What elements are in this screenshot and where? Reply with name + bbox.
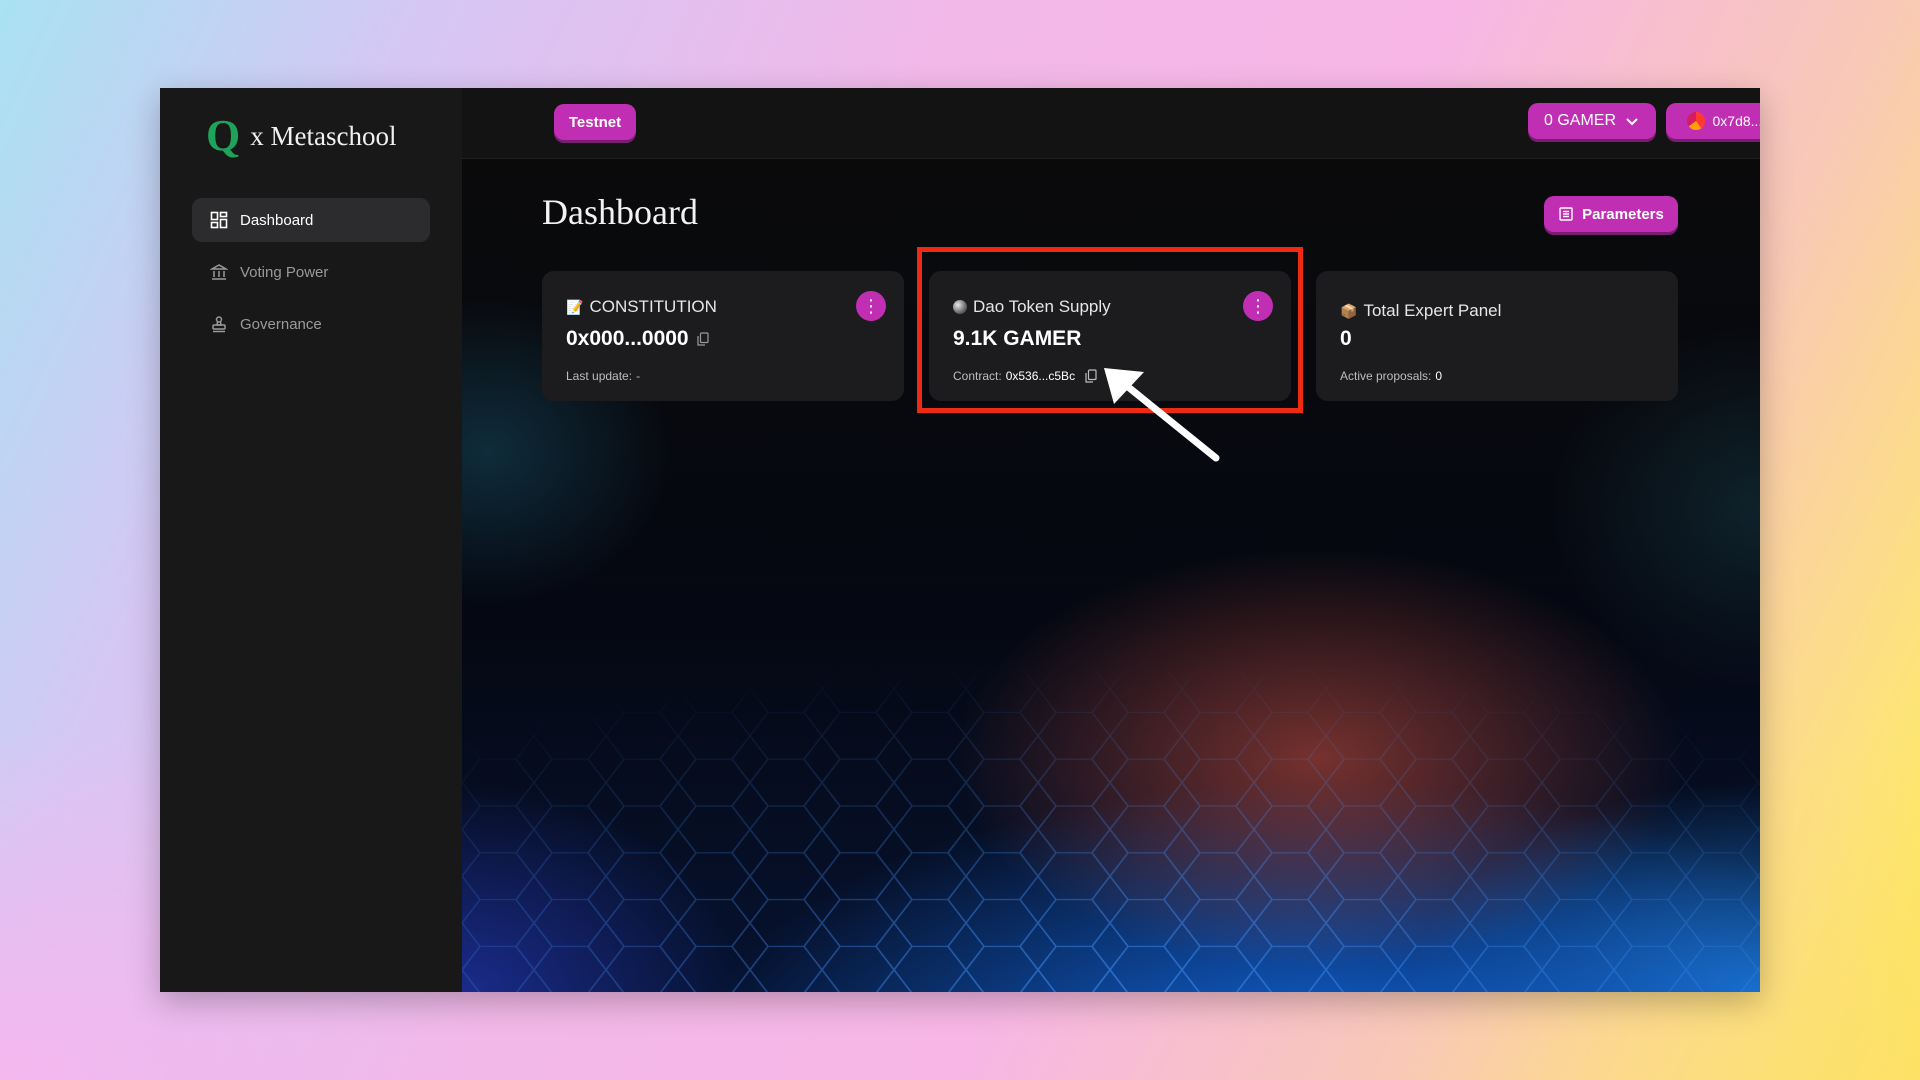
dao-token-supply-card: Dao Token Supply ⋮ 9.1K GAMER Contract: … xyxy=(929,271,1291,401)
contract-address: 0x536...c5Bc xyxy=(1005,369,1076,383)
card-footer: Last update: - xyxy=(566,369,640,383)
card-title: Dao Token Supply xyxy=(953,297,1111,317)
stamp-icon xyxy=(212,316,226,333)
card-title-text: Total Expert Panel xyxy=(1363,301,1502,320)
card-menu-button[interactable]: ⋮ xyxy=(1243,291,1273,321)
app-window: Q x Metaschool Dashboard Voting Power Go… xyxy=(160,88,1760,992)
card-title: 📦 Total Expert Panel xyxy=(1340,301,1501,321)
dashboard-grid-icon xyxy=(210,211,228,229)
sidebar-item-label: Governance xyxy=(240,315,322,333)
brand-name: x Metaschool xyxy=(250,120,397,151)
sidebar-item-governance[interactable]: Governance xyxy=(192,302,430,346)
copy-icon[interactable] xyxy=(697,332,709,346)
expert-panel-count: 0 xyxy=(1340,327,1352,350)
wallet-avatar-icon xyxy=(1686,112,1705,130)
brand[interactable]: Q x Metaschool xyxy=(206,114,396,158)
network-badge[interactable]: Testnet xyxy=(554,104,636,140)
wallet-dropdown[interactable]: 0x7d8...3e54 xyxy=(1666,103,1760,139)
footer-label: Active proposals: xyxy=(1340,369,1432,383)
card-title: 📝 CONSTITUTION xyxy=(566,297,717,317)
footer-value: 0 xyxy=(1435,369,1443,383)
footer-label: Contract: xyxy=(953,369,1002,383)
card-menu-button[interactable]: ⋮ xyxy=(856,291,886,321)
page-title: Dashboard xyxy=(542,192,698,232)
footer-value: - xyxy=(636,369,641,383)
token-balance-label: 0 GAMER xyxy=(1543,112,1616,129)
sidebar-nav: Dashboard Voting Power Governance xyxy=(192,198,430,354)
token-supply-value: 9.1K GAMER xyxy=(953,327,1082,350)
copy-icon[interactable] xyxy=(1085,369,1097,383)
package-icon: 📦 xyxy=(1340,302,1358,319)
card-title-text: CONSTITUTION xyxy=(589,297,717,316)
card-footer: Active proposals: 0 xyxy=(1340,369,1442,383)
card-value: 9.1K GAMER xyxy=(953,327,1081,351)
constitution-card: 📝 CONSTITUTION ⋮ 0x000...0000 Last updat… xyxy=(542,271,904,401)
constitution-hash: 0x000...0000 xyxy=(566,327,689,350)
card-title-text: Dao Token Supply xyxy=(973,297,1111,316)
card-value: 0 xyxy=(1340,327,1352,351)
token-balance-dropdown[interactable]: 0 GAMER xyxy=(1528,103,1656,139)
sidebar-item-dashboard[interactable]: Dashboard xyxy=(192,198,430,242)
chevron-down-icon xyxy=(1626,118,1638,126)
main-content: Dashboard Parameters 📝 CONSTITUTION ⋮ 0x… xyxy=(462,159,1760,992)
sidebar: Q x Metaschool Dashboard Voting Power Go… xyxy=(160,88,462,992)
footer-label: Last update: xyxy=(566,369,633,383)
sidebar-item-label: Voting Power xyxy=(240,263,329,281)
total-expert-panel-card: 📦 Total Expert Panel 0 Active proposals:… xyxy=(1316,271,1678,401)
top-bar: Testnet 0 GAMER 0x7d8...3e54 xyxy=(462,88,1760,159)
list-icon xyxy=(1559,207,1573,221)
q-logo-icon: Q xyxy=(206,111,241,160)
memo-icon: 📝 xyxy=(566,298,584,315)
bank-icon xyxy=(210,264,228,280)
wallet-address: 0x7d8...3e54 xyxy=(1712,113,1760,129)
dark-moon-icon xyxy=(953,300,967,314)
parameters-button[interactable]: Parameters xyxy=(1544,196,1678,232)
parameters-label: Parameters xyxy=(1582,205,1664,223)
sidebar-item-voting-power[interactable]: Voting Power xyxy=(192,250,430,294)
hexagon-background-graphic xyxy=(462,572,1760,992)
card-value: 0x000...0000 xyxy=(566,327,709,351)
sidebar-item-label: Dashboard xyxy=(240,211,314,229)
card-footer: Contract: 0x536...c5Bc xyxy=(953,369,1097,383)
